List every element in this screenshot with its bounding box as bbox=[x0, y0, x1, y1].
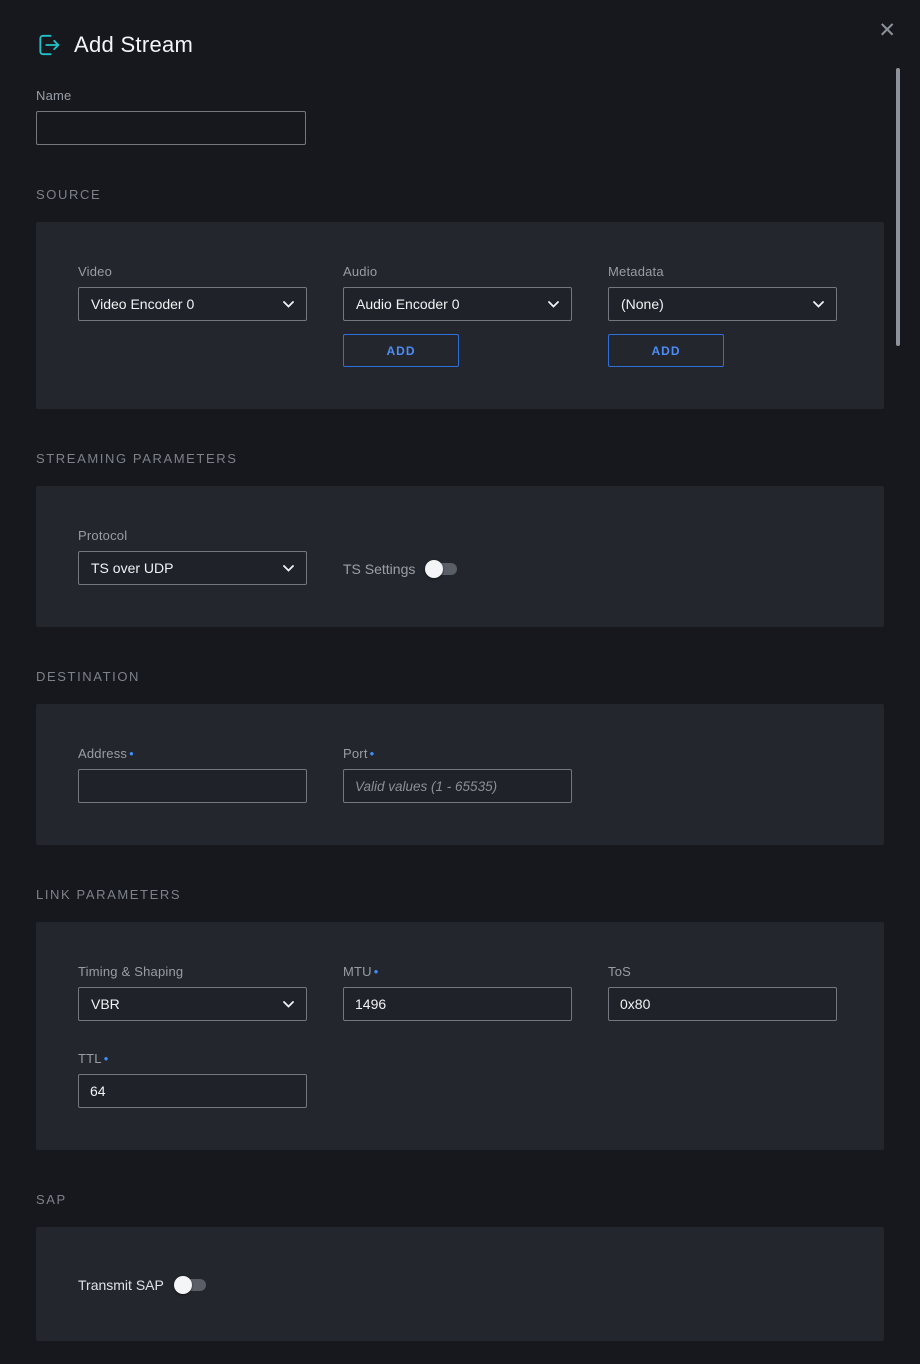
address-label: Address• bbox=[78, 746, 307, 761]
scrollbar-thumb[interactable] bbox=[896, 68, 900, 346]
close-icon[interactable]: ✕ bbox=[872, 14, 902, 47]
audio-field-group: Audio Audio Encoder 0 ADD bbox=[343, 264, 572, 367]
address-input[interactable] bbox=[78, 769, 307, 803]
tos-field-group: ToS bbox=[608, 964, 837, 1021]
add-stream-dialog: Add Stream ✕ Name SOURCE Video Video Enc… bbox=[0, 0, 920, 1364]
protocol-field-group: Protocol TS over UDP bbox=[78, 528, 307, 585]
chevron-down-icon bbox=[283, 301, 294, 308]
chevron-down-icon bbox=[548, 301, 559, 308]
mtu-input[interactable] bbox=[343, 987, 572, 1021]
required-indicator: • bbox=[370, 746, 375, 761]
destination-panel: Address• Port• bbox=[36, 704, 884, 845]
chevron-down-icon bbox=[283, 1001, 294, 1008]
port-input[interactable] bbox=[343, 769, 572, 803]
ttl-label: TTL• bbox=[78, 1051, 307, 1066]
required-indicator: • bbox=[374, 964, 379, 979]
protocol-select-value: TS over UDP bbox=[91, 560, 173, 576]
timing-shaping-label: Timing & Shaping bbox=[78, 964, 307, 979]
required-indicator: • bbox=[104, 1051, 109, 1066]
port-field-group: Port• bbox=[343, 746, 572, 803]
name-label: Name bbox=[36, 88, 306, 103]
section-title-source: SOURCE bbox=[36, 187, 884, 202]
section-title-destination: DESTINATION bbox=[36, 669, 884, 684]
protocol-select[interactable]: TS over UDP bbox=[78, 551, 307, 585]
video-field-group: Video Video Encoder 0 bbox=[78, 264, 307, 367]
add-audio-button[interactable]: ADD bbox=[343, 334, 459, 367]
transmit-sap-toggle[interactable] bbox=[176, 1279, 206, 1291]
section-title-sap: SAP bbox=[36, 1192, 884, 1207]
transmit-sap-group: Transmit SAP bbox=[78, 1277, 206, 1293]
video-label: Video bbox=[78, 264, 307, 279]
video-encoder-select[interactable]: Video Encoder 0 bbox=[78, 287, 307, 321]
mtu-label: MTU• bbox=[343, 964, 572, 979]
audio-encoder-select-value: Audio Encoder 0 bbox=[356, 296, 460, 312]
port-label: Port• bbox=[343, 746, 572, 761]
protocol-label: Protocol bbox=[78, 528, 307, 543]
ts-settings-label: TS Settings bbox=[343, 561, 415, 577]
section-title-streaming-parameters: STREAMING PARAMETERS bbox=[36, 451, 884, 466]
timing-shaping-field-group: Timing & Shaping VBR bbox=[78, 964, 307, 1021]
add-metadata-button[interactable]: ADD bbox=[608, 334, 724, 367]
timing-shaping-select-value: VBR bbox=[91, 996, 120, 1012]
toggle-knob bbox=[174, 1276, 192, 1294]
name-field-group: Name bbox=[36, 88, 306, 145]
link-parameters-panel: Timing & Shaping VBR MTU• ToS TTL• bbox=[36, 922, 884, 1150]
section-title-link-parameters: LINK PARAMETERS bbox=[36, 887, 884, 902]
dialog-header: Add Stream bbox=[36, 0, 884, 58]
metadata-select-value: (None) bbox=[621, 296, 664, 312]
ts-settings-toggle[interactable] bbox=[427, 563, 457, 575]
timing-shaping-select[interactable]: VBR bbox=[78, 987, 307, 1021]
required-indicator: • bbox=[129, 746, 134, 761]
tos-input[interactable] bbox=[608, 987, 837, 1021]
ts-settings-group: TS Settings bbox=[343, 561, 572, 577]
mtu-field-group: MTU• bbox=[343, 964, 572, 1021]
chevron-down-icon bbox=[813, 301, 824, 308]
name-input[interactable] bbox=[36, 111, 306, 145]
scrollbar-track[interactable] bbox=[896, 62, 900, 1352]
metadata-label: Metadata bbox=[608, 264, 837, 279]
audio-encoder-select[interactable]: Audio Encoder 0 bbox=[343, 287, 572, 321]
sap-panel: Transmit SAP bbox=[36, 1227, 884, 1341]
video-encoder-select-value: Video Encoder 0 bbox=[91, 296, 194, 312]
source-panel: Video Video Encoder 0 Audio Audio Encode… bbox=[36, 222, 884, 409]
ttl-field-group: TTL• bbox=[78, 1051, 307, 1108]
chevron-down-icon bbox=[283, 565, 294, 572]
address-field-group: Address• bbox=[78, 746, 307, 803]
streaming-parameters-panel: Protocol TS over UDP TS Settings bbox=[36, 486, 884, 627]
metadata-field-group: Metadata (None) ADD bbox=[608, 264, 837, 367]
transmit-sap-label: Transmit SAP bbox=[78, 1277, 164, 1293]
toggle-knob bbox=[425, 560, 443, 578]
stream-out-icon bbox=[36, 32, 62, 58]
ttl-input[interactable] bbox=[78, 1074, 307, 1108]
metadata-select[interactable]: (None) bbox=[608, 287, 837, 321]
audio-label: Audio bbox=[343, 264, 572, 279]
tos-label: ToS bbox=[608, 964, 837, 979]
dialog-title: Add Stream bbox=[74, 32, 193, 58]
